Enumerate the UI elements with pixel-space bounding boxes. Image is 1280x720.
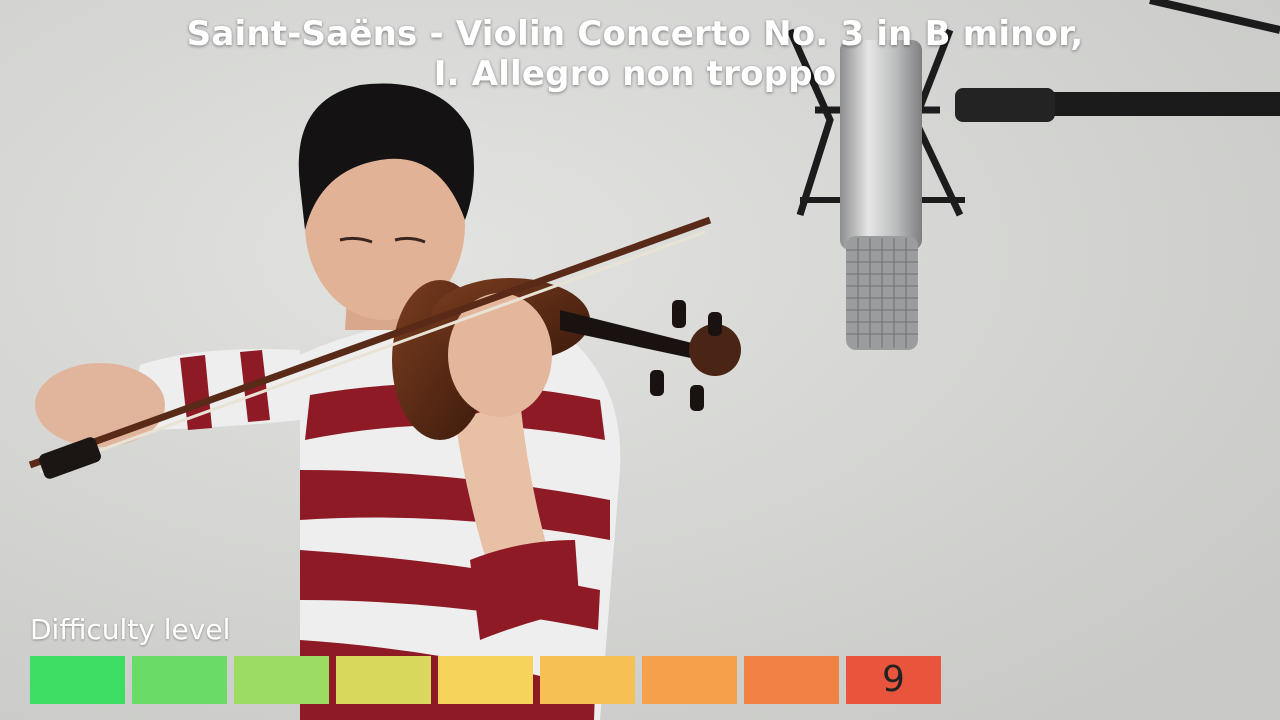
difficulty-segment-current: 9: [846, 656, 941, 704]
video-title: Saint-Saëns - Violin Concerto No. 3 in B…: [0, 14, 1270, 94]
difficulty-segment: [336, 656, 431, 704]
difficulty-segment: [540, 656, 635, 704]
video-frame: [0, 0, 1280, 720]
difficulty-segment: [438, 656, 533, 704]
difficulty-segment: [642, 656, 737, 704]
difficulty-segment: [234, 656, 329, 704]
video-title-line2: I. Allegro non troppo: [433, 54, 837, 94]
video-title-line1: Saint-Saëns - Violin Concerto No. 3 in B…: [186, 14, 1084, 54]
difficulty-segment: [30, 656, 125, 704]
difficulty-meter: 9: [30, 656, 942, 704]
difficulty-label: Difficulty level: [30, 613, 231, 646]
difficulty-segment: [132, 656, 227, 704]
difficulty-level-number: 9: [882, 659, 905, 700]
difficulty-segment: [744, 656, 839, 704]
